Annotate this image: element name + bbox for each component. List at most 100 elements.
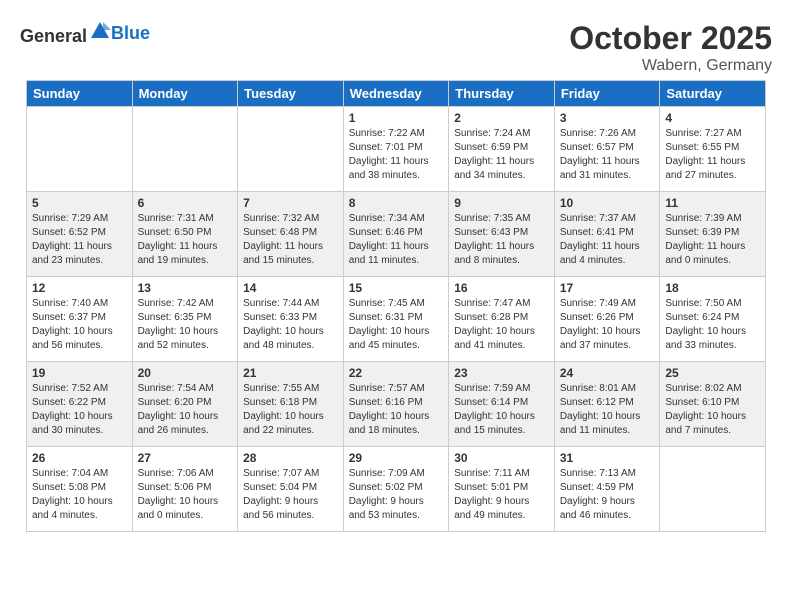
day-number: 29	[349, 451, 444, 465]
logo-icon	[89, 20, 111, 42]
calendar-day-header: Friday	[554, 81, 660, 107]
calendar-cell: 20 Sunrise: 7:54 AM Sunset: 6:20 PM Dayli…	[132, 362, 238, 447]
day-number: 2	[454, 111, 549, 125]
calendar-cell: 15Sunrise: 7:45 AM Sunset: 6:31 PM Dayli…	[343, 277, 449, 362]
calendar-cell: 26 Sunrise: 7:04 AM Sunset: 5:08 PM Dayli…	[27, 447, 133, 532]
day-number: 18	[665, 281, 760, 295]
title-area: October 2025 Wabern, Germany	[569, 20, 772, 75]
day-info: Sunrise: 7:50 AM Sunset: 6:24 PM Dayligh…	[665, 297, 760, 353]
day-info: Sunrise: 7:26 AM Sunset: 6:57 PM Dayligh…	[560, 127, 655, 183]
day-info: Sunrise: 7:40 AM Sunset: 6:37 PM Dayligh…	[32, 297, 127, 353]
day-info: Sunrise: 7:37 AM Sunset: 6:41 PM Dayligh…	[560, 212, 655, 268]
day-number: 7	[243, 196, 338, 210]
logo: General Blue	[20, 20, 150, 47]
calendar-week-row: 5Sunrise: 7:29 AM Sunset: 6:52 PM Daylig…	[27, 192, 766, 277]
calendar-week-row: 19Sunrise: 7:52 AM Sunset: 6:22 PM Dayli…	[27, 362, 766, 447]
calendar-cell	[660, 447, 766, 532]
day-info: Sunrise: 7:04 AM Sunset: 5:08 PM Dayligh…	[32, 467, 127, 523]
day-number: 8	[349, 196, 444, 210]
day-number: 31	[560, 451, 655, 465]
calendar-week-row: 26 Sunrise: 7:04 AM Sunset: 5:08 PM Dayli…	[27, 447, 766, 532]
day-number: 1	[349, 111, 444, 125]
day-info: Sunrise: 7:34 AM Sunset: 6:46 PM Dayligh…	[349, 212, 444, 268]
calendar-cell: 5Sunrise: 7:29 AM Sunset: 6:52 PM Daylig…	[27, 192, 133, 277]
day-number: 25	[665, 366, 760, 380]
day-number: 6	[138, 196, 233, 210]
calendar-cell: 13 Sunrise: 7:42 AM Sunset: 6:35 PM Dayli…	[132, 277, 238, 362]
day-number: 21	[243, 366, 338, 380]
day-info: Sunrise: 8:01 AM Sunset: 6:12 PM Dayligh…	[560, 382, 655, 438]
day-info: Sunrise: 8:02 AM Sunset: 6:10 PM Dayligh…	[665, 382, 760, 438]
day-number: 27	[138, 451, 233, 465]
day-number: 20	[138, 366, 233, 380]
calendar-week-row: 12 Sunrise: 7:40 AM Sunset: 6:37 PM Dayli…	[27, 277, 766, 362]
day-number: 12	[32, 281, 127, 295]
day-info: Sunrise: 7:55 AM Sunset: 6:18 PM Dayligh…	[243, 382, 338, 438]
day-number: 16	[454, 281, 549, 295]
day-info: Sunrise: 7:49 AM Sunset: 6:26 PM Dayligh…	[560, 297, 655, 353]
day-info: Sunrise: 7:47 AM Sunset: 6:28 PM Dayligh…	[454, 297, 549, 353]
calendar-cell: 11Sunrise: 7:39 AM Sunset: 6:39 PM Dayli…	[660, 192, 766, 277]
day-number: 11	[665, 196, 760, 210]
day-number: 3	[560, 111, 655, 125]
calendar-cell: 23 Sunrise: 7:59 AM Sunset: 6:14 PM Dayli…	[449, 362, 555, 447]
day-info: Sunrise: 7:59 AM Sunset: 6:14 PM Dayligh…	[454, 382, 549, 438]
day-number: 10	[560, 196, 655, 210]
calendar-cell	[238, 107, 344, 192]
calendar-cell: 22 Sunrise: 7:57 AM Sunset: 6:16 PM Dayli…	[343, 362, 449, 447]
calendar-cell: 21 Sunrise: 7:55 AM Sunset: 6:18 PM Dayli…	[238, 362, 344, 447]
calendar-cell: 12 Sunrise: 7:40 AM Sunset: 6:37 PM Dayli…	[27, 277, 133, 362]
calendar-day-header: Thursday	[449, 81, 555, 107]
calendar-cell: 9Sunrise: 7:35 AM Sunset: 6:43 PM Daylig…	[449, 192, 555, 277]
day-info: Sunrise: 7:09 AM Sunset: 5:02 PM Dayligh…	[349, 467, 444, 523]
day-info: Sunrise: 7:54 AM Sunset: 6:20 PM Dayligh…	[138, 382, 233, 438]
calendar-week-row: 1 Sunrise: 7:22 AM Sunset: 7:01 PM Daylig…	[27, 107, 766, 192]
day-number: 26	[32, 451, 127, 465]
day-info: Sunrise: 7:22 AM Sunset: 7:01 PM Dayligh…	[349, 127, 444, 183]
day-info: Sunrise: 7:31 AM Sunset: 6:50 PM Dayligh…	[138, 212, 233, 268]
calendar-cell: 6 Sunrise: 7:31 AM Sunset: 6:50 PM Daylig…	[132, 192, 238, 277]
calendar-cell: 8 Sunrise: 7:34 AM Sunset: 6:46 PM Daylig…	[343, 192, 449, 277]
location-title: Wabern, Germany	[569, 57, 772, 75]
calendar-cell: 1 Sunrise: 7:22 AM Sunset: 7:01 PM Daylig…	[343, 107, 449, 192]
day-number: 30	[454, 451, 549, 465]
calendar-cell: 27 Sunrise: 7:06 AM Sunset: 5:06 PM Dayli…	[132, 447, 238, 532]
day-number: 17	[560, 281, 655, 295]
day-info: Sunrise: 7:06 AM Sunset: 5:06 PM Dayligh…	[138, 467, 233, 523]
calendar-cell: 30Sunrise: 7:11 AM Sunset: 5:01 PM Dayli…	[449, 447, 555, 532]
calendar-table: SundayMondayTuesdayWednesdayThursdayFrid…	[26, 80, 766, 532]
calendar-cell: 7 Sunrise: 7:32 AM Sunset: 6:48 PM Daylig…	[238, 192, 344, 277]
day-info: Sunrise: 7:32 AM Sunset: 6:48 PM Dayligh…	[243, 212, 338, 268]
calendar-day-header: Saturday	[660, 81, 766, 107]
day-info: Sunrise: 7:57 AM Sunset: 6:16 PM Dayligh…	[349, 382, 444, 438]
day-number: 13	[138, 281, 233, 295]
calendar-cell: 14Sunrise: 7:44 AM Sunset: 6:33 PM Dayli…	[238, 277, 344, 362]
calendar-cell: 19Sunrise: 7:52 AM Sunset: 6:22 PM Dayli…	[27, 362, 133, 447]
calendar-day-header: Tuesday	[238, 81, 344, 107]
calendar-cell: 16 Sunrise: 7:47 AM Sunset: 6:28 PM Dayli…	[449, 277, 555, 362]
calendar-day-header: Wednesday	[343, 81, 449, 107]
calendar-cell	[132, 107, 238, 192]
day-info: Sunrise: 7:24 AM Sunset: 6:59 PM Dayligh…	[454, 127, 549, 183]
day-number: 9	[454, 196, 549, 210]
day-number: 15	[349, 281, 444, 295]
calendar-cell: 18 Sunrise: 7:50 AM Sunset: 6:24 PM Dayli…	[660, 277, 766, 362]
day-number: 23	[454, 366, 549, 380]
day-number: 19	[32, 366, 127, 380]
calendar-cell: 25 Sunrise: 8:02 AM Sunset: 6:10 PM Dayli…	[660, 362, 766, 447]
day-info: Sunrise: 7:07 AM Sunset: 5:04 PM Dayligh…	[243, 467, 338, 523]
calendar-cell: 4Sunrise: 7:27 AM Sunset: 6:55 PM Daylig…	[660, 107, 766, 192]
calendar-cell: 29 Sunrise: 7:09 AM Sunset: 5:02 PM Dayli…	[343, 447, 449, 532]
day-number: 22	[349, 366, 444, 380]
logo-blue: Blue	[111, 23, 150, 43]
calendar-cell: 2 Sunrise: 7:24 AM Sunset: 6:59 PM Daylig…	[449, 107, 555, 192]
calendar-cell: 31Sunrise: 7:13 AM Sunset: 4:59 PM Dayli…	[554, 447, 660, 532]
month-title: October 2025	[569, 20, 772, 57]
calendar-cell: 3 Sunrise: 7:26 AM Sunset: 6:57 PM Daylig…	[554, 107, 660, 192]
calendar-cell: 24Sunrise: 8:01 AM Sunset: 6:12 PM Dayli…	[554, 362, 660, 447]
calendar-day-header: Sunday	[27, 81, 133, 107]
day-info: Sunrise: 7:42 AM Sunset: 6:35 PM Dayligh…	[138, 297, 233, 353]
day-number: 5	[32, 196, 127, 210]
day-number: 28	[243, 451, 338, 465]
calendar-cell	[27, 107, 133, 192]
